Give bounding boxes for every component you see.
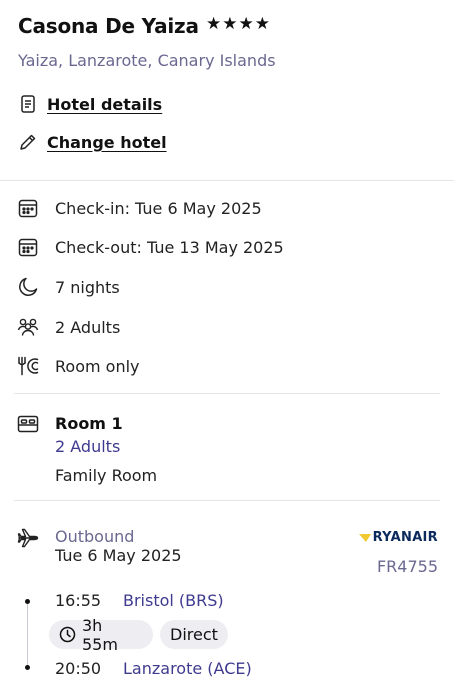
- check-in-text: Check-in: Tue 6 May 2025: [55, 198, 262, 218]
- nights-text: 7 nights: [55, 277, 120, 297]
- hotel-details-link[interactable]: Hotel details: [18, 94, 162, 114]
- fork-plate-icon: [17, 355, 39, 377]
- harp-icon: [358, 533, 371, 543]
- duration-pill: 3h 55m: [49, 616, 153, 654]
- hotel-location: Yaiza, Lanzarote, Canary Islands: [18, 51, 276, 70]
- nights-row: 7 nights: [17, 276, 120, 298]
- arrival-time: 20:50: [55, 659, 102, 678]
- star-rating: ★★★★: [206, 14, 271, 34]
- pencil-icon: [18, 132, 38, 152]
- bed-icon: [17, 414, 39, 434]
- airline-name: RYANAIR: [372, 530, 438, 545]
- hotel-name: Casona De Yaiza: [18, 14, 199, 38]
- arrival-dot: [25, 665, 30, 670]
- room-title: Room 1: [55, 414, 123, 433]
- room-adults: 2 Adults: [55, 437, 121, 456]
- clock-icon: [59, 626, 76, 643]
- hotel-details-label[interactable]: Hotel details: [47, 95, 162, 114]
- room-type: Family Room: [55, 466, 158, 485]
- board-row: Room only: [17, 355, 140, 377]
- departure-airport: Bristol (BRS): [123, 591, 224, 610]
- check-out-row: Check-out: Tue 13 May 2025: [17, 236, 284, 258]
- calendar-icon: [17, 236, 39, 258]
- arrival-airport: Lanzarote (ACE): [123, 659, 252, 678]
- section-divider: [14, 500, 440, 501]
- guests-text: 2 Adults: [55, 317, 121, 337]
- timeline-line: [27, 601, 28, 667]
- document-icon: [18, 94, 38, 114]
- people-icon: [17, 316, 39, 338]
- moon-icon: [17, 276, 39, 298]
- plane-icon: [17, 528, 39, 548]
- guests-row: 2 Adults: [17, 316, 120, 338]
- stops-text: Direct: [170, 625, 218, 644]
- flight-number: FR4755: [376, 557, 438, 576]
- airline-logo: RYANAIR: [358, 530, 438, 545]
- section-divider: [0, 180, 454, 181]
- change-hotel-link[interactable]: Change hotel: [18, 132, 167, 152]
- duration-text: 3h 55m: [82, 615, 118, 654]
- outbound-date: Tue 6 May 2025: [55, 546, 182, 565]
- outbound-label: Outbound: [55, 527, 135, 546]
- change-hotel-label[interactable]: Change hotel: [47, 133, 167, 152]
- check-in-row: Check-in: Tue 6 May 2025: [17, 197, 262, 219]
- stops-pill: Direct: [160, 620, 228, 649]
- board-text: Room only: [55, 356, 140, 376]
- departure-time: 16:55: [55, 591, 102, 610]
- calendar-icon: [17, 197, 39, 219]
- departure-dot: [25, 599, 30, 604]
- section-divider: [14, 393, 440, 394]
- check-out-text: Check-out: Tue 13 May 2025: [55, 237, 284, 257]
